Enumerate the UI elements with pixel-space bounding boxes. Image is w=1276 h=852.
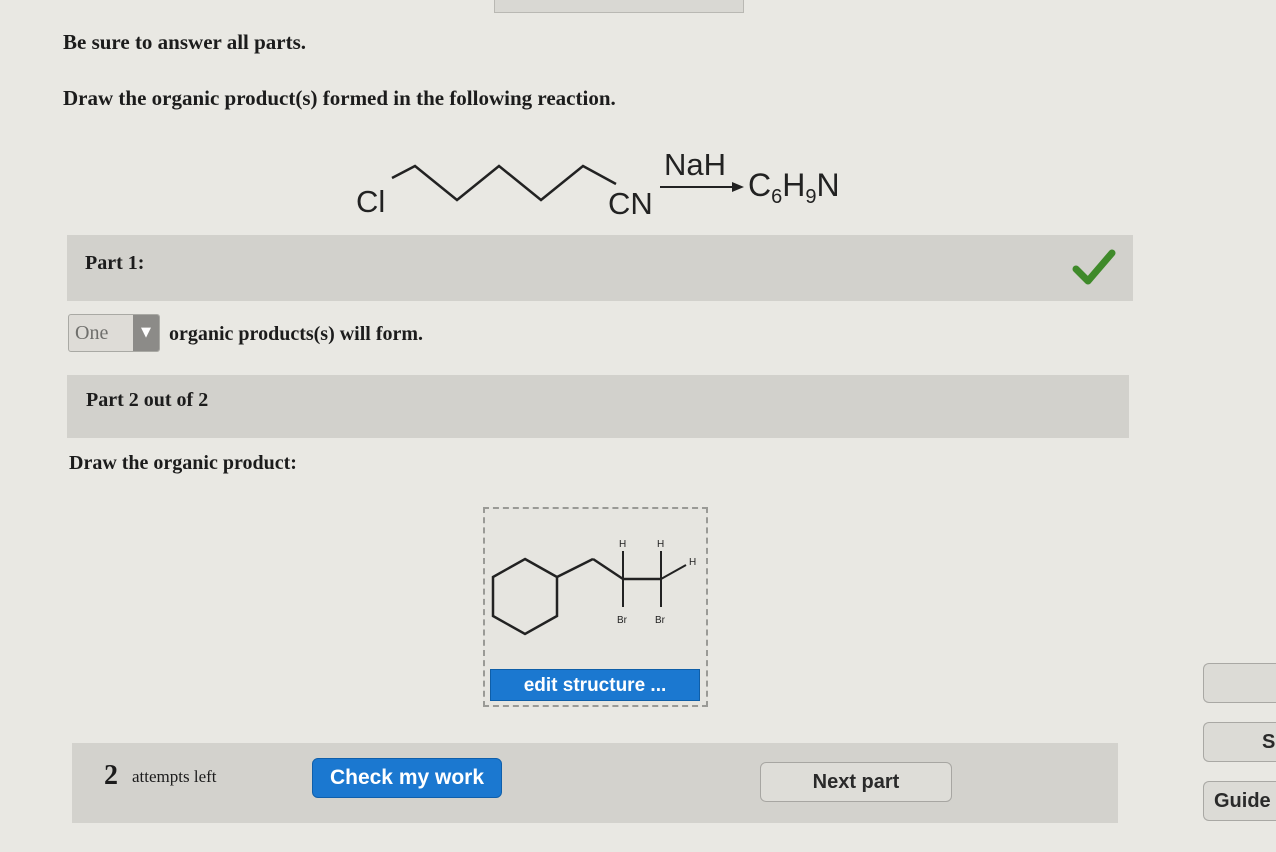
part1-label: Part 1: (85, 252, 145, 274)
atom-h2: H (657, 539, 664, 550)
product-count-value: One (75, 322, 109, 344)
reactant-cl: Cl (356, 184, 385, 219)
reaction-scheme: Cl CN NaH C6H9N (356, 147, 840, 221)
next-part-button[interactable]: Next part (760, 762, 952, 802)
part1-header (67, 235, 1133, 301)
edit-structure-button[interactable]: edit structure ... (490, 669, 700, 701)
side-button-2[interactable]: S (1203, 722, 1276, 762)
instruction-answer-all: Be sure to answer all parts. (63, 30, 307, 54)
dropdown-arrow-icon: ▼ (133, 315, 159, 351)
guide-button[interactable]: Guide (1203, 781, 1276, 821)
attempts-count: 2 (104, 760, 118, 791)
check-my-work-button[interactable]: Check my work (312, 758, 502, 798)
bond-c1-c2 (592, 557, 624, 581)
checkmark-icon (1072, 249, 1116, 285)
product-count-select[interactable]: One ▼ (68, 314, 160, 352)
atom-h3: H (689, 557, 696, 568)
atom-br2: Br (655, 615, 666, 626)
footer-bar (72, 743, 1118, 823)
attempts-label: attempts left (132, 767, 217, 786)
cyclohexane-ring (491, 557, 559, 636)
atom-br1: Br (617, 615, 628, 626)
reactant-cn: CN (608, 186, 653, 221)
carbon-chain (391, 164, 617, 202)
instruction-draw-products: Draw the organic product(s) formed in th… (63, 86, 616, 110)
part2-label: Part 2 out of 2 (86, 389, 209, 411)
part2-header (67, 375, 1129, 438)
top-tab (494, 0, 744, 13)
product-formula: C6H9N (748, 167, 840, 208)
side-button-1[interactable] (1203, 663, 1276, 703)
atom-h1: H (619, 539, 626, 550)
product-structure-drawing: H H H Br Br (491, 539, 696, 636)
products-will-form-text: organic products(s) will form. (169, 323, 424, 345)
reaction-arrowhead (732, 182, 744, 192)
bond-c3-h (660, 564, 687, 580)
bond-ring-c1 (556, 557, 594, 579)
reagent-label: NaH (664, 147, 726, 182)
draw-product-prompt: Draw the organic product: (69, 452, 297, 474)
